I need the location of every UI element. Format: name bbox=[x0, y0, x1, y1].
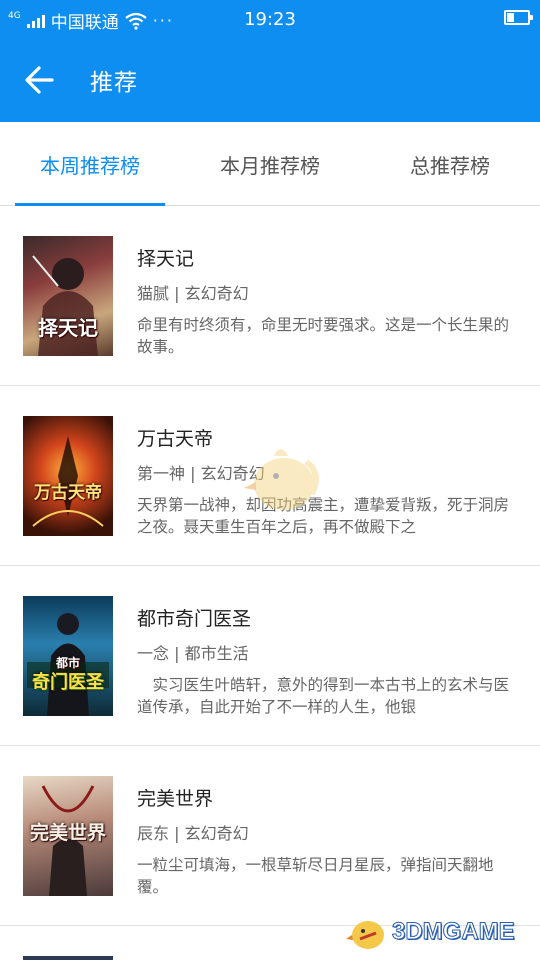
book-author: 猫腻 bbox=[137, 284, 170, 303]
book-cover bbox=[23, 956, 113, 960]
book-meta: 辰东 | 玄幻奇幻 bbox=[137, 824, 249, 843]
watermark-logo: 3DMGAME bbox=[346, 910, 515, 954]
watermark-text: 3DMGAME bbox=[392, 918, 516, 946]
book-title: 完美世界 bbox=[137, 788, 214, 810]
book-meta: 一念 | 都市生活 bbox=[137, 644, 249, 663]
book-item[interactable]: 择天记 择天记 猫腻 | 玄幻奇幻 命里有时终须有，命里无时要强求。这是一个长生… bbox=[0, 206, 540, 386]
book-cover: 万古天帝 bbox=[23, 416, 113, 536]
book-genre: 玄幻奇幻 bbox=[184, 824, 249, 843]
app-header: 4G 中国联通 ··· 19:23 推荐 bbox=[0, 0, 540, 122]
book-description: 实习医生叶皓轩，意外的得到一本古书上的玄术与医道传承，自此开始了不一样的人生，他… bbox=[137, 676, 510, 716]
book-genre: 都市生活 bbox=[184, 644, 249, 663]
cover-title: 万古天帝 bbox=[34, 483, 102, 503]
tab-weekly[interactable]: 本周推荐榜 bbox=[0, 122, 180, 206]
book-description: 天界第一战神，却因功高震主，遭挚爱背叛，死于洞房之夜。聂天重生百年之后，再不做殿… bbox=[137, 496, 510, 536]
book-genre: 玄幻奇幻 bbox=[184, 284, 249, 303]
cover-art bbox=[32, 436, 104, 527]
cover-title: 择天记 bbox=[38, 316, 98, 340]
nav-bar: 推荐 bbox=[0, 44, 540, 116]
tab-total[interactable]: 总推荐榜 bbox=[360, 122, 540, 206]
book-description: 一粒尘可填海，一根草斩尽日月星辰，弹指间天翻地覆。 bbox=[137, 856, 494, 896]
tab-monthly[interactable]: 本月推荐榜 bbox=[180, 122, 360, 206]
cover-title: 奇门医圣 bbox=[32, 672, 104, 693]
status-bar: 4G 中国联通 ··· 19:23 bbox=[0, 0, 540, 38]
book-author: 第一神 bbox=[137, 464, 186, 483]
book-item[interactable]: 都市 奇门医圣 都市奇门医圣 一念 | 都市生活 实习医生叶皓轩，意外的得到一本… bbox=[0, 566, 540, 746]
book-title: 万古天帝 bbox=[137, 428, 214, 450]
status-time: 19:23 bbox=[244, 9, 296, 30]
arrow-left-icon[interactable] bbox=[20, 60, 60, 100]
book-list: 择天记 择天记 猫腻 | 玄幻奇幻 命里有时终须有，命里无时要强求。这是一个长生… bbox=[0, 206, 540, 960]
book-item[interactable]: 完美世界 完美世界 辰东 | 玄幻奇幻 一粒尘可填海，一根草斩尽日月星辰，弹指间… bbox=[0, 746, 540, 926]
ranking-tabs: 本周推荐榜 本月推荐榜 总推荐榜 bbox=[0, 122, 540, 206]
book-title: 择天记 bbox=[137, 248, 195, 270]
book-meta: 猫腻 | 玄幻奇幻 bbox=[137, 284, 249, 303]
cover-title: 完美世界 bbox=[29, 822, 106, 844]
book-author: 辰东 bbox=[137, 824, 170, 843]
battery-icon bbox=[504, 10, 533, 25]
watermark-chick-icon bbox=[244, 449, 319, 510]
book-cover: 完美世界 bbox=[23, 776, 113, 896]
logo-chick-icon bbox=[346, 921, 384, 949]
book-author: 一念 bbox=[137, 644, 170, 663]
book-cover: 择天记 bbox=[23, 236, 113, 356]
book-cover: 都市 奇门医圣 bbox=[23, 596, 113, 716]
battery-level bbox=[507, 13, 514, 22]
page-title: 推荐 bbox=[90, 70, 138, 96]
book-description: 命里有时终须有，命里无时要强求。这是一个长生果的故事。 bbox=[137, 316, 510, 356]
book-title: 都市奇门医圣 bbox=[137, 608, 252, 630]
